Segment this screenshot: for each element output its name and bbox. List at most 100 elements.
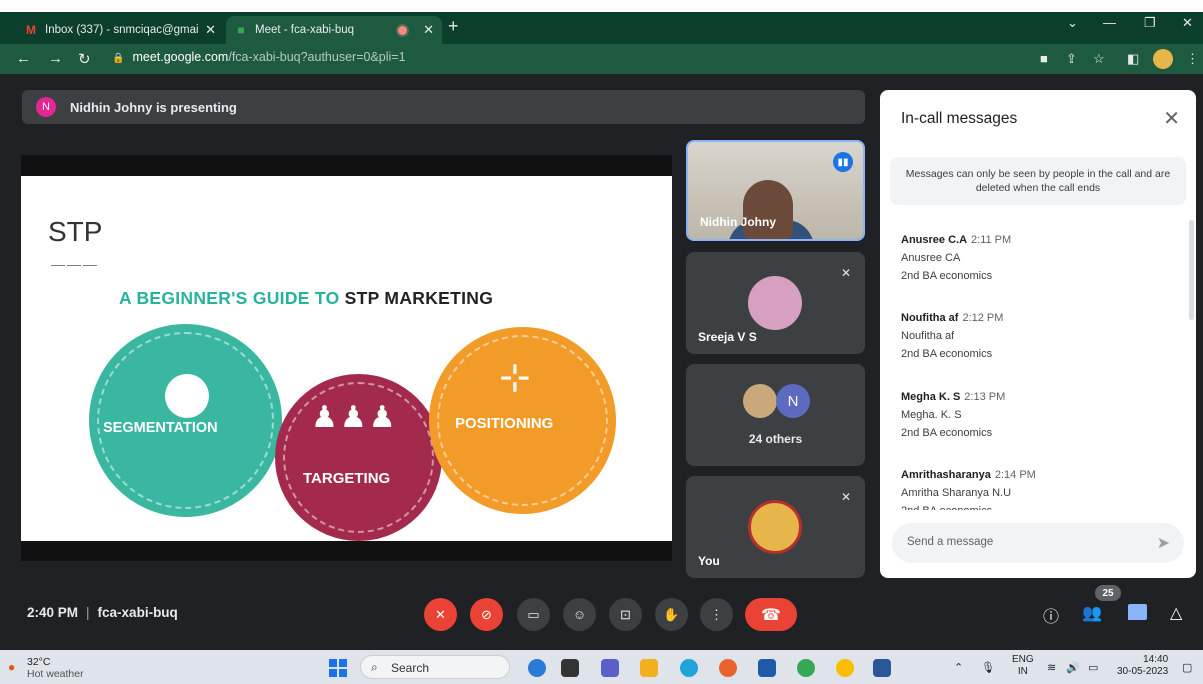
- back-icon[interactable]: ←: [16, 50, 31, 67]
- camera-toggle-button[interactable]: ⊘: [470, 598, 503, 631]
- tab-gmail[interactable]: M Inbox (337) - snmciqac@gmail.cc ✕: [16, 16, 224, 44]
- targeting-label: TARGETING: [303, 470, 391, 487]
- list-item: Anusree C.A 2:11 PM Anusree CA 2nd BA eco…: [901, 231, 1011, 285]
- teams-icon[interactable]: [601, 659, 619, 677]
- new-tab-icon[interactable]: +: [448, 16, 459, 37]
- weather-icon: ●: [8, 660, 16, 674]
- wifi-icon[interactable]: ≋: [1047, 661, 1056, 674]
- url-domain: meet.google.com: [132, 50, 229, 64]
- notification-icon[interactable]: ▢: [1182, 661, 1192, 674]
- store-icon[interactable]: [758, 659, 776, 677]
- info-icon[interactable]: ⓘ: [1043, 603, 1059, 627]
- mic-tray-icon[interactable]: 🎙: [981, 661, 995, 674]
- edge-icon[interactable]: [680, 659, 698, 677]
- hang-up-icon: ☎: [761, 606, 781, 624]
- file-explorer-icon[interactable]: [640, 659, 658, 677]
- message-sender: Megha K. S: [901, 391, 961, 403]
- minimize-icon[interactable]: —: [1103, 15, 1116, 30]
- volume-icon[interactable]: 🔊: [1066, 661, 1080, 674]
- message-time: 2:12 PM: [962, 312, 1004, 324]
- battery-icon[interactable]: ▭: [1088, 661, 1098, 674]
- message-list[interactable]: Anusree C.A 2:11 PM Anusree CA 2nd BA eco…: [880, 225, 1196, 510]
- chrome-icon[interactable]: [797, 659, 815, 677]
- search-icon: ⌕: [371, 660, 378, 674]
- menu-kebab-icon[interactable]: ⋮: [1186, 51, 1199, 67]
- activities-icon[interactable]: △: [1170, 603, 1182, 623]
- participant-tile-you[interactable]: ✕ You: [686, 476, 865, 578]
- taskbar-search[interactable]: ⌕ Search: [360, 655, 510, 679]
- pie-chart-icon: [165, 374, 209, 418]
- people-icon: ♟♟♟: [311, 401, 398, 434]
- participant-avatar: [748, 276, 802, 330]
- guide-suffix: STP MARKETING: [344, 288, 494, 308]
- firefox-icon[interactable]: [719, 659, 737, 677]
- close-window-icon[interactable]: ✕: [1182, 15, 1193, 31]
- language-code: ENG: [1012, 654, 1034, 665]
- people-icon[interactable]: 👥: [1082, 603, 1102, 623]
- messages-notice: Messages can only be seen by people in t…: [890, 157, 1186, 205]
- presenting-text: Nidhin Johny is presenting: [70, 99, 237, 115]
- panel-title: In-call messages: [901, 110, 1018, 127]
- message-line: Megha. K. S: [901, 409, 962, 421]
- message-sender: Noufitha af: [901, 312, 959, 324]
- participant-tile-sreeja[interactable]: ✕ Sreeja V S: [686, 252, 865, 354]
- clock-date: 30-05-2023: [1117, 666, 1169, 677]
- profile-avatar[interactable]: [1153, 49, 1173, 69]
- camera-off-icon: ⊘: [481, 606, 492, 622]
- chat-icon[interactable]: [1128, 604, 1147, 620]
- tab-meet[interactable]: ■ Meet - fca-xabi-buq ✕: [226, 16, 442, 44]
- leave-call-button[interactable]: ☎: [745, 598, 797, 631]
- share-icon[interactable]: ⇪: [1066, 51, 1077, 67]
- meeting-code: fca-xabi-buq: [97, 605, 178, 620]
- close-tab-icon[interactable]: ✕: [205, 22, 216, 38]
- camera-icon[interactable]: ■: [1040, 51, 1048, 66]
- slide-title: STP: [48, 216, 103, 247]
- message-placeholder: Send a message: [907, 536, 994, 548]
- mic-off-icon: ✕: [435, 606, 446, 622]
- bing-icon[interactable]: [528, 659, 546, 677]
- self-avatar: [748, 500, 802, 554]
- raise-hand-button[interactable]: ✋: [655, 598, 688, 631]
- bookmark-star-icon[interactable]: ☆: [1093, 51, 1105, 67]
- present-button[interactable]: ⊡: [609, 598, 642, 631]
- address-toolbar: ← → ↻ 🔒 meet.google.com/fca-xabi-buq?auth…: [0, 44, 1203, 74]
- windows-start-icon[interactable]: [329, 659, 347, 677]
- reload-icon[interactable]: ↻: [78, 50, 91, 68]
- url-bar[interactable]: 🔒 meet.google.com/fca-xabi-buq?authuser=0…: [112, 50, 406, 64]
- scrollbar[interactable]: [1189, 220, 1194, 320]
- mic-toggle-button[interactable]: ✕: [424, 598, 457, 631]
- segmentation-label: SEGMENTATION: [103, 420, 218, 436]
- send-icon[interactable]: ➤: [1157, 533, 1170, 553]
- close-tab-icon[interactable]: ✕: [423, 22, 434, 38]
- more-options-button[interactable]: ⋮: [700, 598, 733, 631]
- segmentation-circle: SEGMENTATION: [89, 324, 282, 517]
- tray-chevron-icon[interactable]: ⌃: [954, 661, 963, 674]
- tab-search-chevron-icon[interactable]: ⌄: [1067, 15, 1078, 31]
- targeting-circle: ♟♟♟ TARGETING: [275, 374, 442, 541]
- participant-tile-nidhin[interactable]: ▮▮ Nidhin Johny: [686, 140, 865, 241]
- restore-icon[interactable]: ❐: [1144, 15, 1156, 31]
- message-line: 2nd BA economics: [901, 502, 1036, 510]
- captions-button[interactable]: ▭: [517, 598, 550, 631]
- close-icon[interactable]: ✕: [1163, 106, 1180, 131]
- mic-off-icon: ✕: [840, 490, 851, 504]
- weather-widget[interactable]: 32°C Hot weather: [27, 656, 84, 680]
- participant-tile-others[interactable]: N 24 others: [686, 364, 865, 466]
- hand-icon: ✋: [663, 606, 680, 622]
- weather-text: Hot weather: [27, 668, 84, 680]
- browser-tab-bar: M Inbox (337) - snmciqac@gmail.cc ✕ ■ Me…: [0, 12, 1203, 44]
- clock[interactable]: 14:40 30-05-2023: [1117, 654, 1168, 678]
- word-icon[interactable]: [873, 659, 891, 677]
- participant-name: You: [698, 554, 720, 568]
- chrome-profile-icon[interactable]: [836, 659, 854, 677]
- forward-icon[interactable]: →: [48, 50, 63, 67]
- reactions-button[interactable]: ☺: [563, 598, 596, 631]
- guide-prefix: A BEGINNER'S GUIDE TO: [119, 288, 345, 308]
- people-count-badge: 25: [1095, 585, 1121, 601]
- language-indicator[interactable]: ENG IN: [1012, 654, 1034, 678]
- message-line: 2nd BA economics: [901, 427, 993, 439]
- side-panel-icon[interactable]: ◧: [1127, 51, 1139, 67]
- task-view-icon[interactable]: [561, 659, 579, 677]
- participant-name: Sreeja V S: [698, 330, 757, 344]
- message-input[interactable]: Send a message ➤: [892, 523, 1184, 563]
